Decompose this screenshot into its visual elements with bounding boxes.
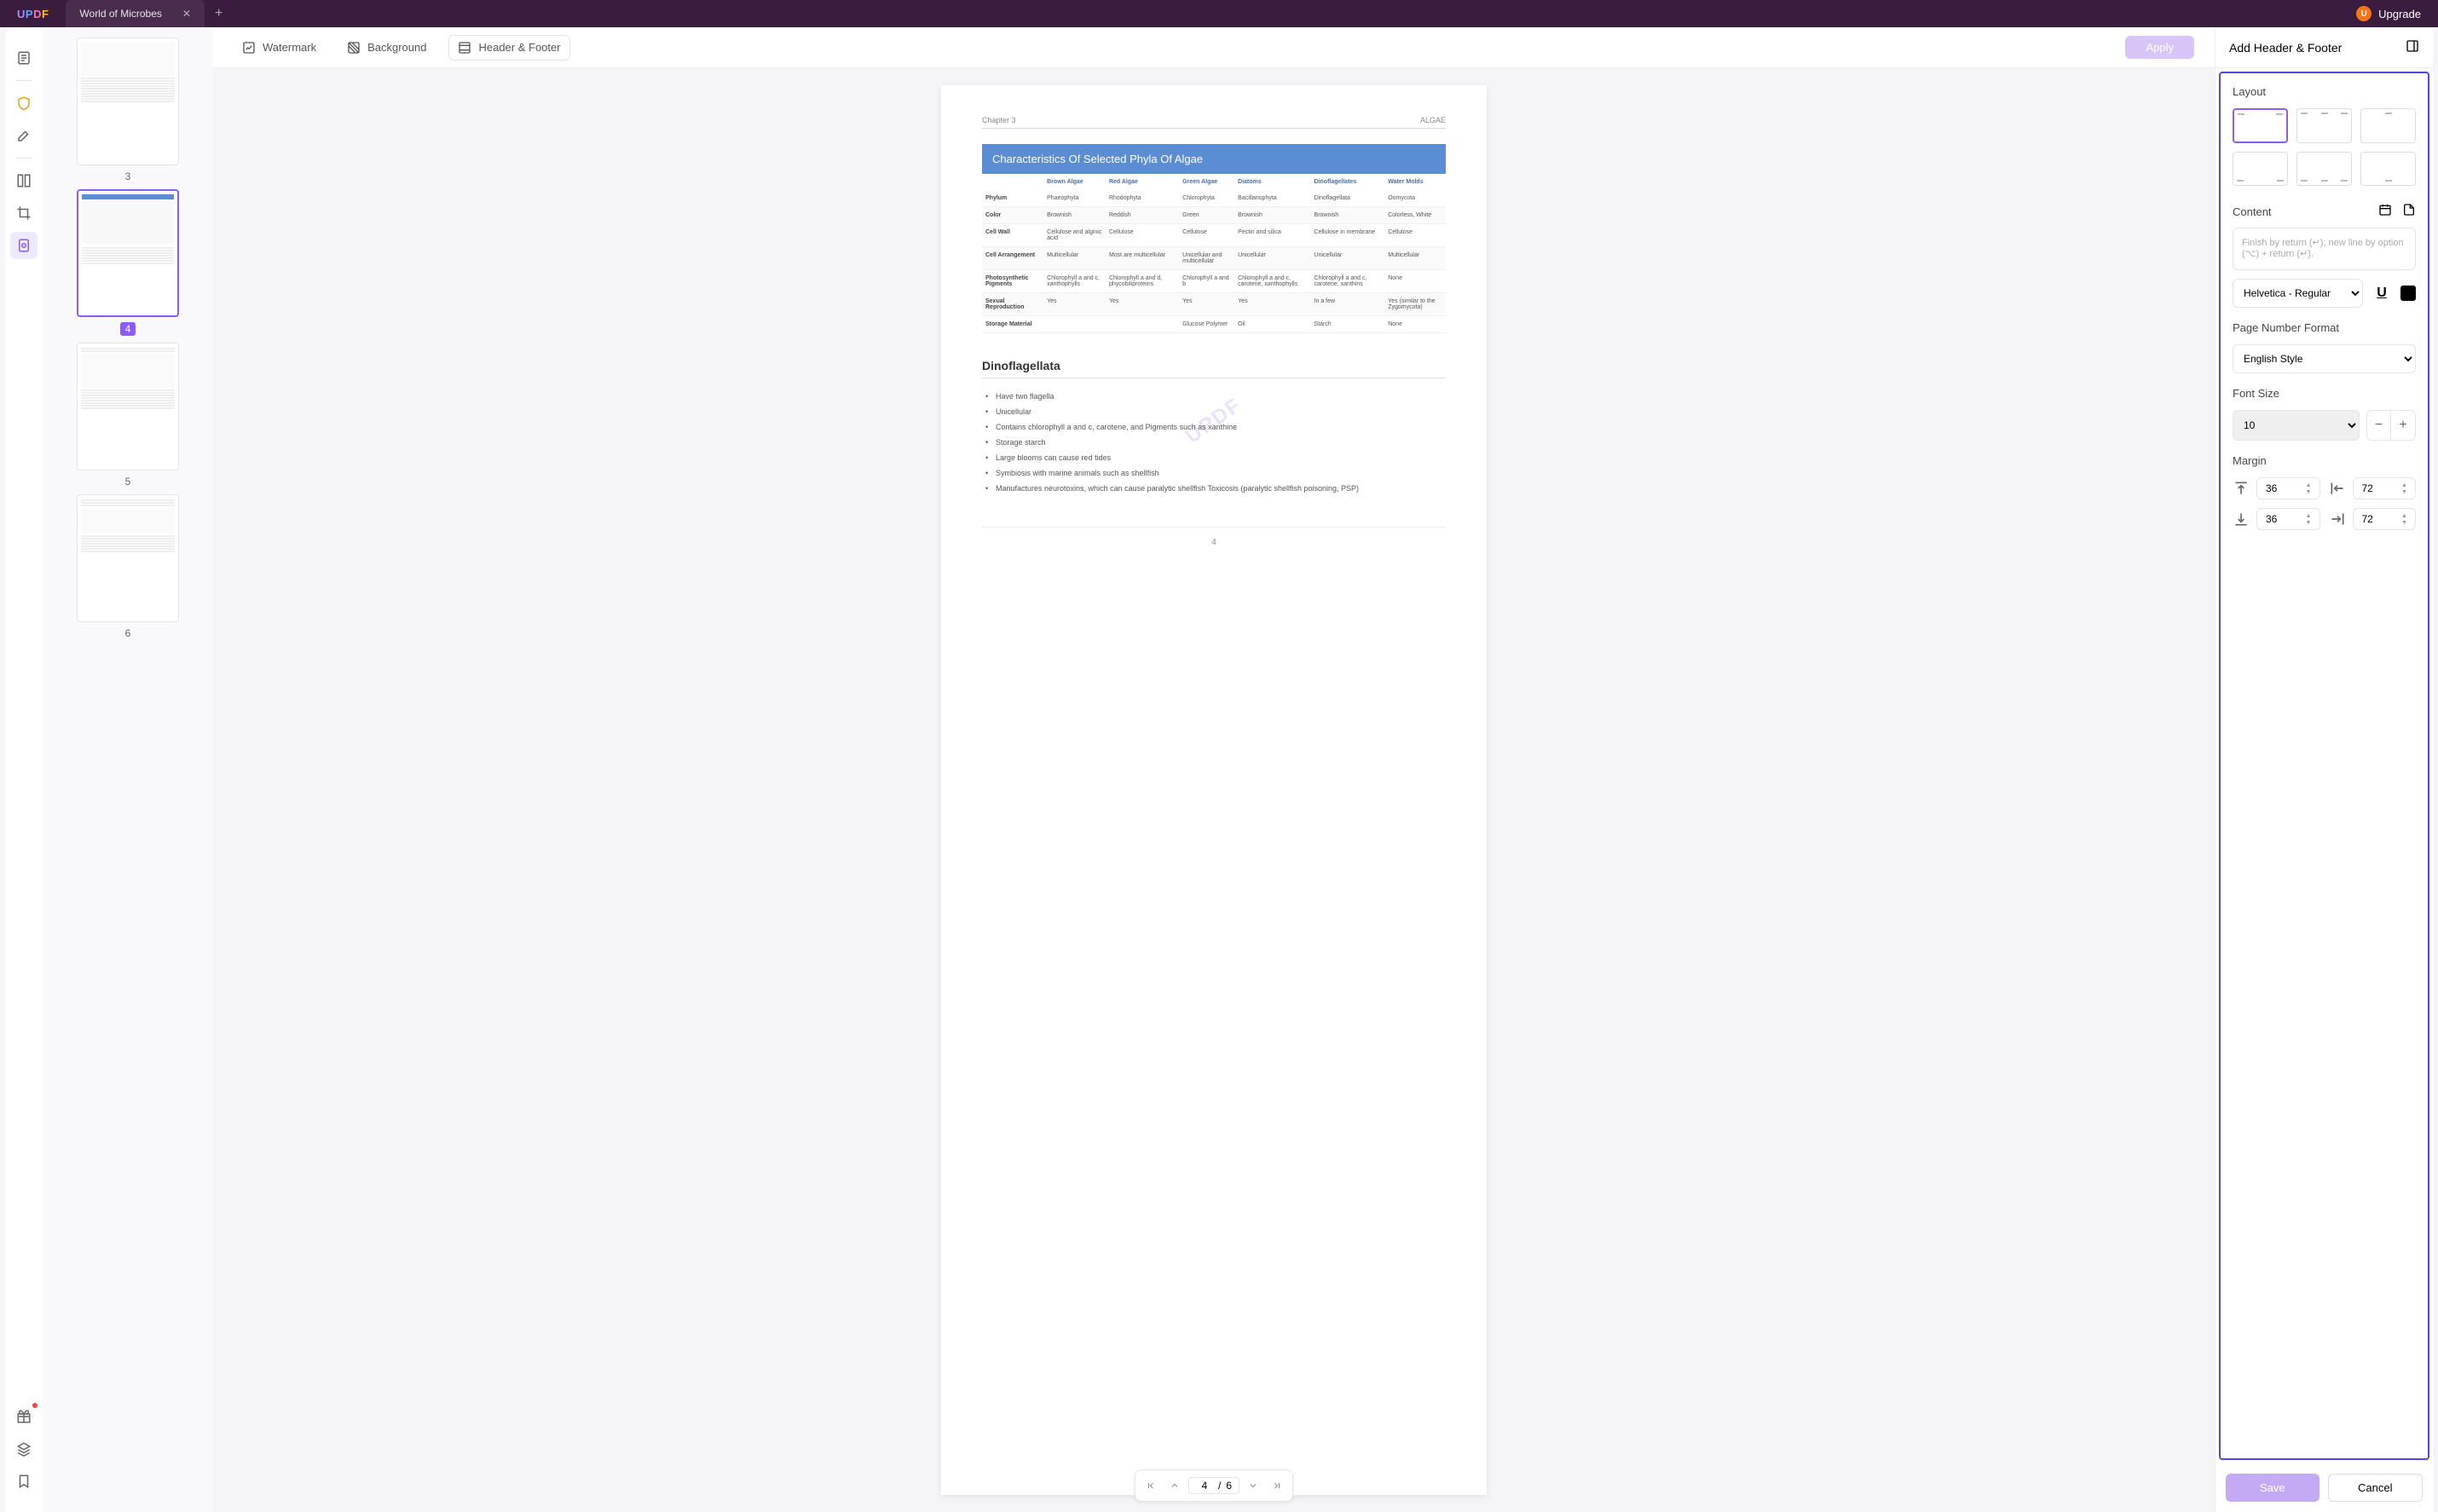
thumb-num: 6: [125, 627, 131, 639]
margin-top-icon: [2233, 480, 2250, 497]
insert-date-icon[interactable]: [2378, 203, 2392, 221]
table-title: Characteristics Of Selected Phyla Of Alg…: [982, 144, 1446, 174]
margin-bottom-icon: [2233, 511, 2250, 528]
algae-table: Brown AlgaeRed AlgaeGreen AlgaeDiatomsDi…: [982, 174, 1446, 333]
first-page-button[interactable]: [1141, 1475, 1161, 1496]
spin-down[interactable]: ▼: [2401, 519, 2412, 526]
page-format-select[interactable]: English Style: [2233, 344, 2416, 373]
layout-option-1[interactable]: [2233, 108, 2288, 143]
spin-up[interactable]: ▲: [2401, 482, 2412, 488]
close-tab-icon[interactable]: ✕: [182, 8, 191, 20]
list-item: Symbiosis with marine animals such as sh…: [982, 465, 1446, 481]
last-page-button[interactable]: [1267, 1475, 1287, 1496]
font-select[interactable]: Helvetica - Regular: [2233, 279, 2363, 308]
font-size-label: Font Size: [2233, 387, 2416, 400]
header-footer-tab[interactable]: Header & Footer: [448, 35, 569, 61]
list-item: Have two flagella: [982, 389, 1446, 404]
gift-button[interactable]: [10, 1403, 38, 1430]
thumb-num: 5: [125, 476, 131, 488]
thumbnail-panel: 3 4 5 6: [43, 27, 213, 1512]
page-thumbnail-3[interactable]: [77, 38, 179, 165]
background-tab[interactable]: Background: [338, 36, 435, 60]
page-input-group: / 6: [1188, 1477, 1239, 1494]
page-thumbnail-6[interactable]: [77, 494, 179, 622]
current-page-input[interactable]: [1196, 1480, 1213, 1492]
margin-right-icon: [2329, 511, 2346, 528]
insert-page-icon[interactable]: [2402, 203, 2416, 221]
layout-option-5[interactable]: [2296, 152, 2352, 187]
next-page-button[interactable]: [1243, 1475, 1263, 1496]
tab-title: World of Microbes: [79, 8, 161, 20]
user-avatar[interactable]: U: [2356, 6, 2372, 21]
spin-down[interactable]: ▼: [2401, 488, 2412, 495]
expand-panel-icon[interactable]: [2406, 39, 2419, 55]
total-pages: 6: [1226, 1480, 1232, 1492]
bullet-list: Have two flagellaUnicellularContains chl…: [982, 389, 1446, 496]
page-thumbnail-5[interactable]: [77, 343, 179, 470]
save-button[interactable]: Save: [2226, 1474, 2320, 1502]
layers-button[interactable]: [10, 1435, 38, 1463]
margin-bottom-input[interactable]: [2266, 513, 2306, 525]
cancel-button[interactable]: Cancel: [2328, 1474, 2424, 1502]
page-navigator: / 6: [1135, 1469, 1293, 1502]
layout-option-3[interactable]: [2360, 108, 2416, 143]
divider: [15, 158, 32, 159]
page-number: 4: [982, 527, 1446, 547]
chapter-label: Chapter 3: [982, 116, 1016, 124]
upgrade-link[interactable]: Upgrade: [2378, 8, 2421, 20]
margin-label: Margin: [2233, 454, 2416, 467]
page-format-label: Page Number Format: [2233, 321, 2416, 334]
margin-right-input[interactable]: [2362, 513, 2402, 525]
watermark-tab[interactable]: Watermark: [234, 36, 325, 60]
margin-top-input[interactable]: [2266, 482, 2306, 494]
divider: [15, 80, 32, 81]
document-tab[interactable]: World of Microbes ✕: [66, 0, 205, 27]
list-item: Manufactures neurotoxins, which can caus…: [982, 481, 1446, 496]
spin-down[interactable]: ▼: [2306, 519, 2316, 526]
panel-title: Add Header & Footer: [2229, 41, 2342, 55]
apply-button[interactable]: Apply: [2125, 36, 2194, 59]
spin-up[interactable]: ▲: [2306, 482, 2316, 488]
color-picker[interactable]: [2400, 286, 2416, 301]
app-logo: UPDF: [7, 8, 59, 20]
page-tools-tool[interactable]: [10, 232, 38, 259]
topic-label: ALGAE: [1420, 116, 1446, 124]
reader-tool[interactable]: [10, 44, 38, 72]
content-label: Content: [2233, 205, 2272, 218]
document-page: Chapter 3 ALGAE Characteristics Of Selec…: [941, 85, 1487, 1495]
edit-tool[interactable]: [10, 122, 38, 149]
list-item: Large blooms can cause red tides: [982, 450, 1446, 465]
comment-tool[interactable]: [10, 89, 38, 117]
underline-button[interactable]: U: [2370, 281, 2394, 305]
thumb-num: 3: [125, 170, 131, 182]
decrease-size-button[interactable]: −: [2367, 411, 2391, 440]
layout-option-6[interactable]: [2360, 152, 2416, 187]
bookmark-button[interactable]: [10, 1468, 38, 1495]
list-item: Contains chlorophyll a and c, carotene, …: [982, 419, 1446, 435]
margin-left-icon: [2329, 480, 2346, 497]
list-item: Storage starch: [982, 435, 1446, 450]
spin-up[interactable]: ▲: [2401, 512, 2412, 519]
spin-down[interactable]: ▼: [2306, 488, 2316, 495]
organize-tool[interactable]: [10, 167, 38, 194]
layout-option-2[interactable]: [2296, 108, 2352, 143]
thumb-num: 4: [120, 322, 136, 336]
add-tab-button[interactable]: +: [215, 6, 222, 21]
section-title: Dinoflagellata: [982, 359, 1446, 378]
page-thumbnail-4[interactable]: [77, 189, 179, 317]
spin-up[interactable]: ▲: [2306, 512, 2316, 519]
margin-left-input[interactable]: [2362, 482, 2402, 494]
content-textarea[interactable]: Finish by return (↵); new line by option…: [2233, 228, 2416, 270]
prev-page-button[interactable]: [1164, 1475, 1185, 1496]
font-size-select[interactable]: 10: [2233, 410, 2360, 441]
increase-size-button[interactable]: +: [2391, 411, 2415, 440]
layout-label: Layout: [2233, 85, 2416, 98]
list-item: Unicellular: [982, 404, 1446, 419]
crop-tool[interactable]: [10, 199, 38, 227]
layout-option-4[interactable]: [2233, 152, 2288, 187]
